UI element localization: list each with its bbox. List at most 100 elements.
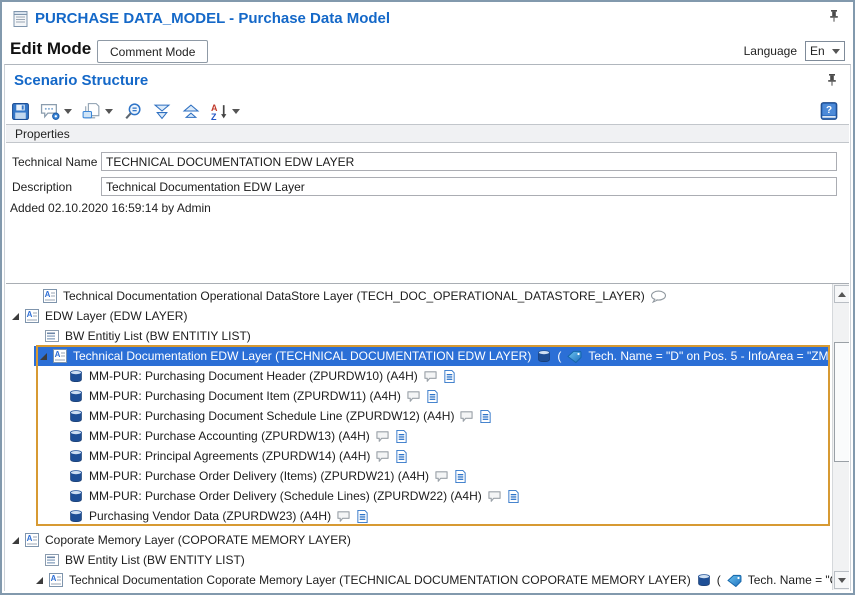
tree-row-label: BW Entity List (BW ENTITY LIST) [65,553,245,567]
tree-row[interactable]: MM-PUR: Purchasing Document Schedule Lin… [6,406,832,426]
tree-row[interactable]: Purchasing Vendor Data (ZPURDW23) (A4H) [6,506,832,526]
chevron-down-icon [832,49,840,54]
language-select[interactable]: En [805,41,845,61]
tree-row-label: MM-PUR: Purchase Order Delivery (Schedul… [89,489,482,503]
tree-row[interactable]: Technical Documentation Operational Data… [6,286,832,306]
tree-row[interactable]: MM-PUR: Purchase Order Delivery (Items) … [6,466,832,486]
tree-row-label: MM-PUR: Purchasing Document Item (ZPURDW… [89,389,401,403]
comment-mode-button[interactable]: Comment Mode [97,40,208,63]
collapse-all-button[interactable] [181,103,201,120]
app-window: PURCHASE DATA_MODEL - Purchase Data Mode… [0,0,855,595]
documentation-icon[interactable] [443,369,456,384]
scenario-page-icon [52,348,68,364]
scroll-up-button[interactable] [834,285,849,303]
tree-row-label: MM-PUR: Purchasing Document Schedule Lin… [89,409,454,423]
tree-row[interactable]: MM-PUR: Purchase Accounting (ZPURDW13) (… [6,426,832,446]
database-cylinder-icon [68,468,84,484]
description-label: Description [12,180,72,194]
comment-options-button[interactable] [39,102,72,121]
save-button[interactable] [11,102,30,121]
comment-bubble-icon[interactable] [423,370,438,383]
expand-all-icon [152,103,172,120]
tree-row[interactable]: MM-PUR: Principal Agreements (ZPURDW14) … [6,446,832,466]
scrollbar-thumb[interactable] [834,342,849,462]
database-cylinder-icon [68,388,84,404]
database-cylinder-icon [68,448,84,464]
properties-tab[interactable]: Properties [6,124,849,143]
comment-bubble-icon[interactable] [650,290,667,303]
database-cylinder-icon [68,508,84,524]
sort-az-icon [210,102,229,121]
comment-bubble-icon[interactable] [487,490,502,503]
panel-pin-icon[interactable] [826,73,838,87]
tree-scrollbar[interactable] [832,284,849,590]
pin-icon[interactable] [828,9,840,23]
tree-row[interactable]: MM-PUR: Purchasing Document Item (ZPURDW… [6,386,832,406]
comment-bubble-icon[interactable] [406,390,421,403]
tree-row-label: EDW Layer (EDW LAYER) [45,309,187,323]
rule-text: Tech. Name = "C" on Pos. 5 - InfoArea [748,573,832,587]
chevron-down-icon [64,109,72,114]
scenario-page-icon [24,532,40,548]
comment-options-icon [39,102,61,121]
document-options-button[interactable] [81,102,113,121]
comment-bubble-icon[interactable] [459,410,474,423]
database-cylinder-icon [68,408,84,424]
documentation-icon[interactable] [395,449,408,464]
tree-row[interactable]: MM-PUR: Purchase Order Delivery (Schedul… [6,486,832,506]
tree-row[interactable]: Coporate Memory Layer (COPORATE MEMORY L… [6,530,832,550]
tree-row-label: BW Entitiy List (BW ENTITIY LIST) [65,329,251,343]
expander-icon[interactable] [12,537,19,544]
tree-row-label: Purchasing Vendor Data (ZPURDW23) (A4H) [89,509,331,523]
description-input[interactable] [101,177,837,196]
documentation-icon[interactable] [454,469,467,484]
language-value: En [810,44,825,58]
tree-row[interactable]: Technical Documentation Coporate Memory … [6,570,832,590]
documentation-icon[interactable] [479,409,492,424]
help-icon[interactable] [819,101,839,121]
chevron-down-icon [105,109,113,114]
technical-name-input[interactable] [101,152,837,171]
tree-row[interactable]: EDW Layer (EDW LAYER) [6,306,832,326]
language-label: Language [744,44,797,58]
toolbar [11,99,240,123]
expander-icon[interactable] [40,353,47,360]
panel-title: Scenario Structure [14,72,148,89]
comment-bubble-icon[interactable] [336,510,351,523]
up-arrow-icon [838,292,846,297]
save-icon [11,102,30,121]
documentation-icon[interactable] [395,429,408,444]
comment-bubble-icon[interactable] [375,430,390,443]
tree-row-label: MM-PUR: Principal Agreements (ZPURDW14) … [89,449,370,463]
document-options-icon [81,102,102,121]
chevron-down-icon [232,109,240,114]
tree-row[interactable]: MM-PUR: Purchasing Document Header (ZPUR… [6,366,832,386]
sort-button[interactable] [210,102,240,121]
tag-icon [726,574,743,587]
tree-row[interactable]: BW Entity List (BW ENTITY LIST) [6,550,832,570]
database-cylinder-icon [536,348,552,364]
documentation-icon[interactable] [507,489,520,504]
comment-bubble-icon[interactable] [375,450,390,463]
scenario-page-icon [48,572,64,588]
collapse-all-icon [181,103,201,120]
documentation-icon[interactable] [356,509,369,524]
documentation-icon[interactable] [426,389,439,404]
tree-row-label: MM-PUR: Purchase Accounting (ZPURDW13) (… [89,429,370,443]
down-arrow-icon [838,578,846,583]
tree-row-selected[interactable]: Technical Documentation EDW Layer (TECHN… [34,346,830,366]
expand-all-button[interactable] [152,103,172,120]
tree-row[interactable]: BW Entitiy List (BW ENTITIY LIST) [6,326,832,346]
tree-row-label: Technical Documentation EDW Layer (TECHN… [73,349,531,363]
entity-list-icon [44,552,60,568]
comment-bubble-icon[interactable] [434,470,449,483]
search-button[interactable] [122,102,143,121]
technical-name-label: Technical Name [12,155,97,169]
database-cylinder-icon [68,368,84,384]
expander-icon[interactable] [36,577,43,584]
added-info: Added 02.10.2020 16:59:14 by Admin [10,201,211,215]
scroll-down-button[interactable] [834,571,849,589]
expander-icon[interactable] [12,313,19,320]
tree-row-label: Technical Documentation Coporate Memory … [69,573,691,587]
model-document-icon [12,10,30,28]
